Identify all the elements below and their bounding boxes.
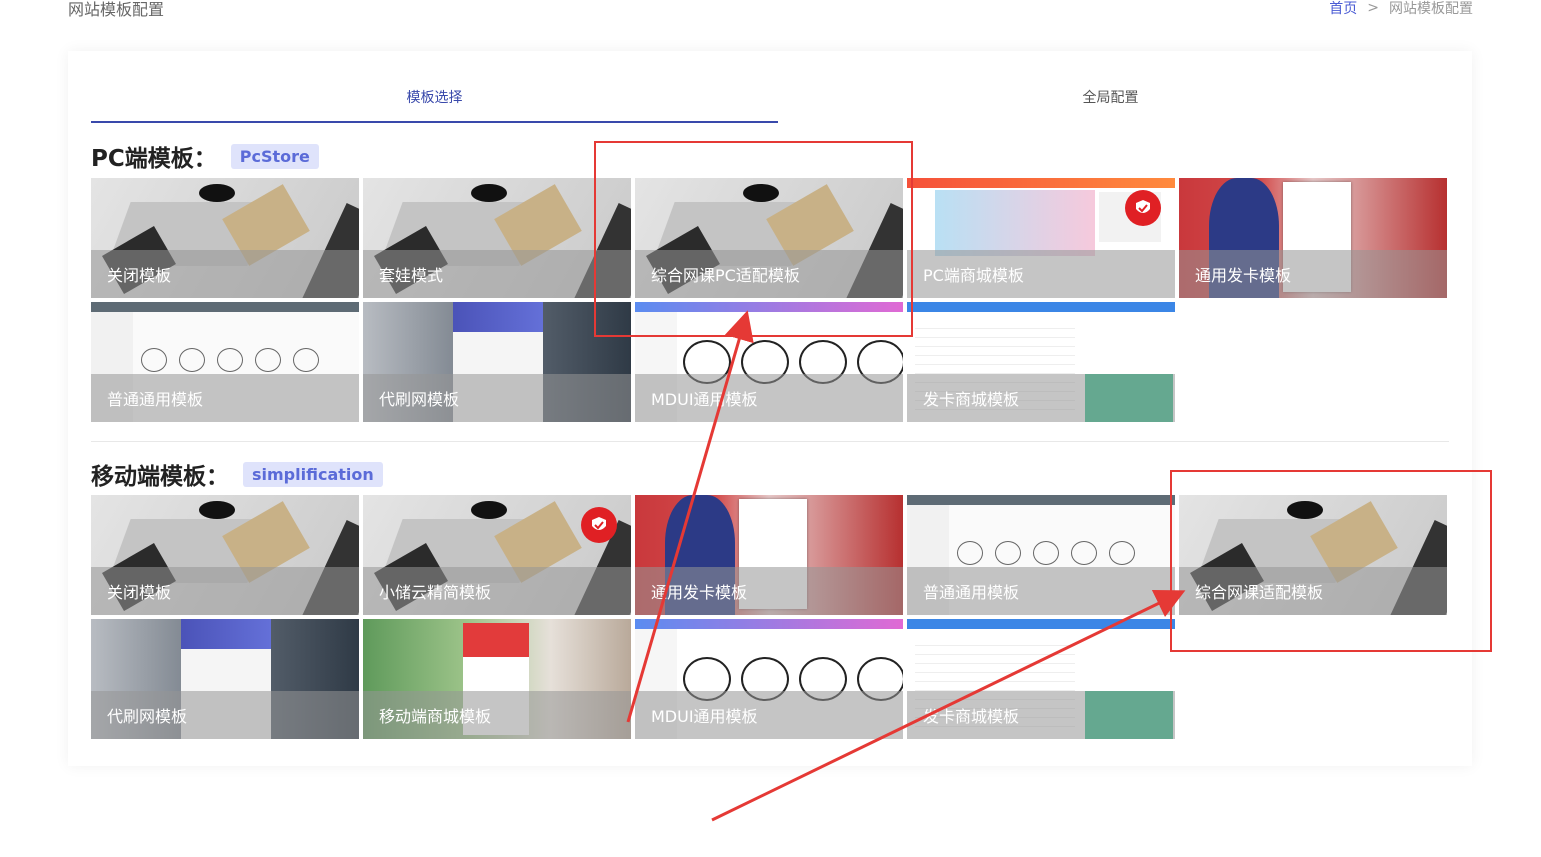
template-card[interactable]: PC端商城模板 — [907, 178, 1175, 298]
template-card[interactable]: 普通通用模板 — [907, 495, 1175, 615]
breadcrumb-home-link[interactable]: 首页 — [1329, 0, 1357, 18]
template-card[interactable]: MDUI通用模板 — [635, 302, 903, 422]
template-label: 套娃模式 — [379, 266, 444, 285]
template-card[interactable]: 发卡商城模板 — [907, 302, 1175, 422]
template-label: 小储云精简模板 — [379, 583, 492, 602]
tab-template-select[interactable]: 模板选择 — [91, 75, 778, 123]
template-card[interactable]: 关闭模板 — [91, 178, 359, 298]
template-card[interactable]: 小储云精简模板 — [363, 495, 631, 615]
template-label: 普通通用模板 — [107, 390, 204, 409]
pc-section-header: PC端模板： PcStore — [91, 139, 319, 173]
section-divider — [91, 441, 1449, 442]
breadcrumb-separator-icon: > — [1367, 0, 1379, 16]
tab-global-config[interactable]: 全局配置 — [778, 75, 1443, 121]
selected-check-icon — [1125, 190, 1161, 226]
top-bar: 网站模板配置 首页 > 网站模板配置 — [68, 0, 1473, 22]
template-label: 发卡商城模板 — [923, 390, 1020, 409]
breadcrumb: 首页 > 网站模板配置 — [1329, 0, 1473, 18]
template-label: 通用发卡模板 — [1195, 266, 1292, 285]
template-card[interactable]: 普通通用模板 — [91, 302, 359, 422]
template-card[interactable]: 套娃模式 — [363, 178, 631, 298]
pc-current-template-badge: PcStore — [230, 143, 319, 169]
mobile-current-template-badge: simplification — [243, 461, 383, 487]
tab-bar: 模板选择 全局配置 — [91, 75, 1449, 123]
template-card[interactable]: 代刷网模板 — [363, 302, 631, 422]
template-label: 综合网课适配模板 — [1195, 583, 1324, 602]
template-label: 移动端商城模板 — [379, 707, 492, 726]
template-label: PC端商城模板 — [923, 266, 1024, 285]
template-card[interactable]: 关闭模板 — [91, 495, 359, 615]
template-label: 关闭模板 — [107, 583, 172, 602]
template-card[interactable]: 移动端商城模板 — [363, 619, 631, 739]
mobile-section-header: 移动端模板： simplification — [91, 457, 383, 491]
template-label: 代刷网模板 — [379, 390, 460, 409]
template-label: 通用发卡模板 — [651, 583, 748, 602]
template-label: MDUI通用模板 — [651, 707, 758, 726]
template-label: 代刷网模板 — [107, 707, 188, 726]
template-label: 发卡商城模板 — [923, 707, 1020, 726]
template-card[interactable]: 代刷网模板 — [91, 619, 359, 739]
template-card[interactable]: 发卡商城模板 — [907, 619, 1175, 739]
template-label: MDUI通用模板 — [651, 390, 758, 409]
template-label: 普通通用模板 — [923, 583, 1020, 602]
page-title: 网站模板配置 — [68, 0, 165, 19]
breadcrumb-current: 网站模板配置 — [1389, 1, 1473, 17]
template-card[interactable]: 综合网课适配模板 — [1179, 495, 1447, 615]
pc-section-title: PC端模板： — [91, 146, 217, 172]
template-card[interactable]: 通用发卡模板 — [1179, 178, 1447, 298]
selected-check-icon — [581, 507, 617, 543]
template-card[interactable]: MDUI通用模板 — [635, 619, 903, 739]
template-label: 综合网课PC适配模板 — [651, 266, 800, 285]
template-label: 关闭模板 — [107, 266, 172, 285]
template-card[interactable]: 通用发卡模板 — [635, 495, 903, 615]
template-config-card: 模板选择 全局配置 PC端模板： PcStore 关闭模板 套娃模式 综合网课PC适… — [68, 51, 1472, 766]
template-card[interactable]: 综合网课PC适配模板 — [635, 178, 903, 298]
mobile-section-title: 移动端模板： — [91, 464, 229, 490]
